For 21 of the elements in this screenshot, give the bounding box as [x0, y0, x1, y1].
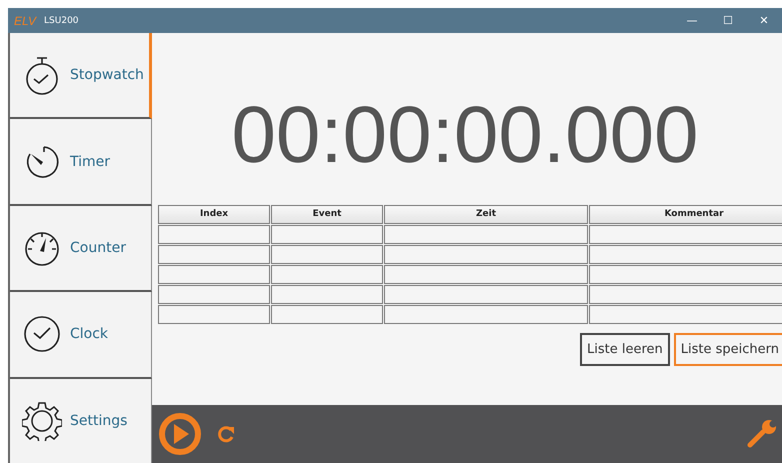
reset-icon[interactable]: [216, 424, 236, 444]
column-header: Zeit: [384, 205, 588, 224]
list-button[interactable]: Liste leeren: [580, 333, 670, 366]
sidebar-item[interactable]: Timer: [10, 119, 152, 206]
clock-icon: [22, 314, 62, 354]
play-button-icon[interactable]: [158, 412, 202, 456]
list-button[interactable]: Liste speichern: [674, 333, 782, 366]
app-logo: ELV: [14, 14, 36, 28]
close-button[interactable]: ✕: [746, 14, 782, 27]
sidebar-item[interactable]: Clock: [10, 292, 152, 379]
sidebar-item[interactable]: Counter: [10, 206, 152, 292]
sidebar-item[interactable]: Stopwatch: [10, 33, 152, 120]
time-display: 00:00:00.000: [230, 89, 700, 181]
minimize-button[interactable]: —: [674, 14, 710, 27]
window-title: LSU200: [44, 16, 79, 26]
column-header: Event: [271, 205, 383, 224]
column-header: Kommentar: [589, 205, 782, 224]
wrench-icon[interactable]: [746, 419, 776, 449]
gear-icon: [22, 400, 62, 441]
maximize-button[interactable]: ☐: [710, 14, 746, 27]
column-header: Index: [158, 205, 270, 224]
